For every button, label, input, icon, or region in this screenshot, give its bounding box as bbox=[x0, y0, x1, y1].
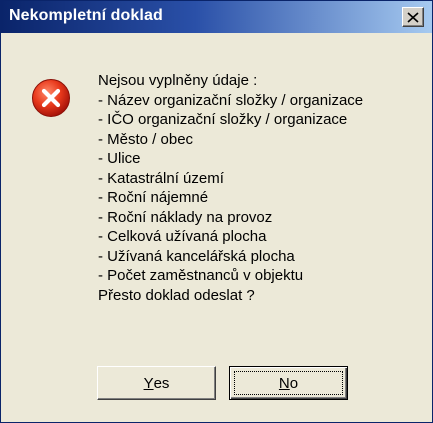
title-bar[interactable]: Nekompletní doklad bbox=[1, 1, 432, 33]
yes-button[interactable]: Yes bbox=[97, 366, 216, 400]
missing-field-item: - Užívaná kancelářská plocha bbox=[98, 247, 295, 265]
no-button[interactable]: No bbox=[229, 366, 348, 400]
close-icon bbox=[407, 11, 419, 23]
message-text: Nejsou vyplněny údaje : - Název organiza… bbox=[98, 71, 363, 305]
message-question: Přesto doklad odeslat ? bbox=[98, 286, 255, 304]
missing-field-item: - Město / obec bbox=[98, 130, 194, 148]
missing-field-item: - Počet zaměstnanců v objektu bbox=[98, 267, 304, 284]
window-title: Nekompletní doklad bbox=[9, 7, 163, 24]
close-button[interactable] bbox=[402, 7, 424, 27]
missing-field-item: - Celková užívaná plocha bbox=[98, 228, 267, 245]
missing-field-item: - Ulice bbox=[98, 150, 141, 167]
focus-ring bbox=[234, 371, 343, 395]
missing-field-item: - Roční nájemné bbox=[98, 189, 209, 206]
missing-field-item: - Název organizační složky / organizace bbox=[98, 91, 364, 109]
error-icon bbox=[32, 79, 70, 117]
yes-button-label: es bbox=[153, 374, 170, 392]
missing-field-item: - Katastrální území bbox=[98, 169, 224, 187]
missing-field-item: - IČO organizační složky / organizace bbox=[98, 111, 348, 128]
message-intro: Nejsou vyplněny údaje : bbox=[98, 72, 258, 89]
missing-field-item: - Roční náklady na provoz bbox=[98, 208, 273, 226]
dialog-window: Nekompletní doklad Nejsou vyplněny údaje… bbox=[0, 0, 433, 423]
yes-button-mnemonic: Y bbox=[143, 374, 154, 392]
